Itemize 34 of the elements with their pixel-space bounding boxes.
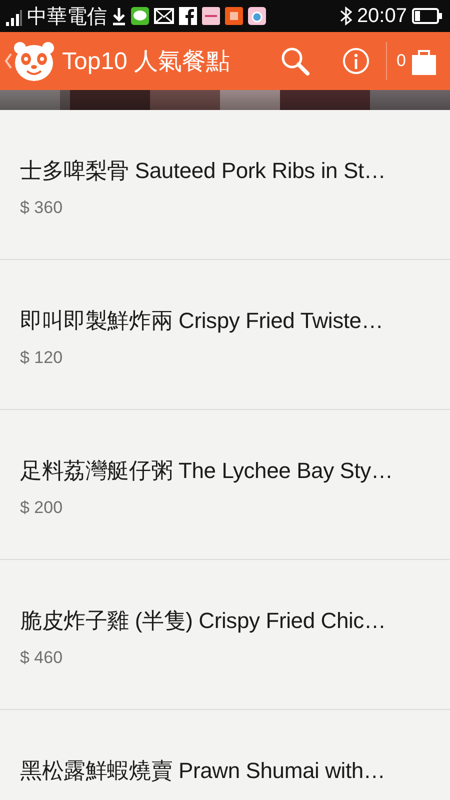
shopping-bag-icon [412, 47, 436, 75]
menu-item[interactable]: 黑松露鮮蝦燒賣 Prawn Shumai with… [0, 710, 450, 798]
chat-icon [131, 7, 149, 25]
mail-icon [154, 8, 174, 24]
download-icon [112, 6, 126, 26]
camera-icon [248, 7, 266, 25]
dish-name: 黑松露鮮蝦燒賣 Prawn Shumai with… [20, 757, 386, 785]
clock-time: 20:07 [356, 4, 407, 28]
menu-item[interactable]: 即叫即製鮮炸兩 Crispy Fried Twiste… $ 120 [0, 260, 450, 410]
dish-name: 即叫即製鮮炸兩 Crispy Fried Twiste… [20, 307, 384, 335]
menu-item[interactable]: 足料荔灣艇仔粥 The Lychee Bay Sty… $ 200 [0, 410, 450, 560]
dish-name: 脆皮炸子雞 (半隻) Crispy Fried Chic… [20, 607, 387, 635]
dish-name: 足料荔灣艇仔粥 The Lychee Bay Sty… [20, 457, 394, 485]
battery-icon [412, 8, 442, 24]
menu-item[interactable]: 士多啤梨骨 Sauteed Pork Ribs in St… $ 360 [0, 110, 450, 260]
info-icon [342, 47, 370, 75]
info-button[interactable] [342, 47, 370, 75]
carrier-name: 中華電信 [27, 4, 107, 30]
back-button[interactable] [4, 39, 56, 83]
dish-price: $ 120 [20, 348, 63, 368]
search-icon [280, 46, 310, 76]
bluetooth-icon [340, 6, 352, 26]
app-icon [202, 7, 220, 25]
page-title: Top10 人氣餐點 [62, 47, 230, 77]
dish-price: $ 200 [20, 498, 63, 518]
app-icon [225, 7, 243, 25]
dish-price: $ 360 [20, 198, 63, 218]
menu-item[interactable]: 脆皮炸子雞 (半隻) Crispy Fried Chic… $ 460 [0, 560, 450, 710]
panda-logo-icon [12, 39, 56, 83]
back-icon [4, 53, 12, 69]
dish-name: 士多啤梨骨 Sauteed Pork Ribs in St… [20, 157, 387, 185]
search-button[interactable] [280, 46, 310, 76]
dish-price: $ 460 [20, 648, 63, 668]
facebook-icon [179, 7, 197, 25]
